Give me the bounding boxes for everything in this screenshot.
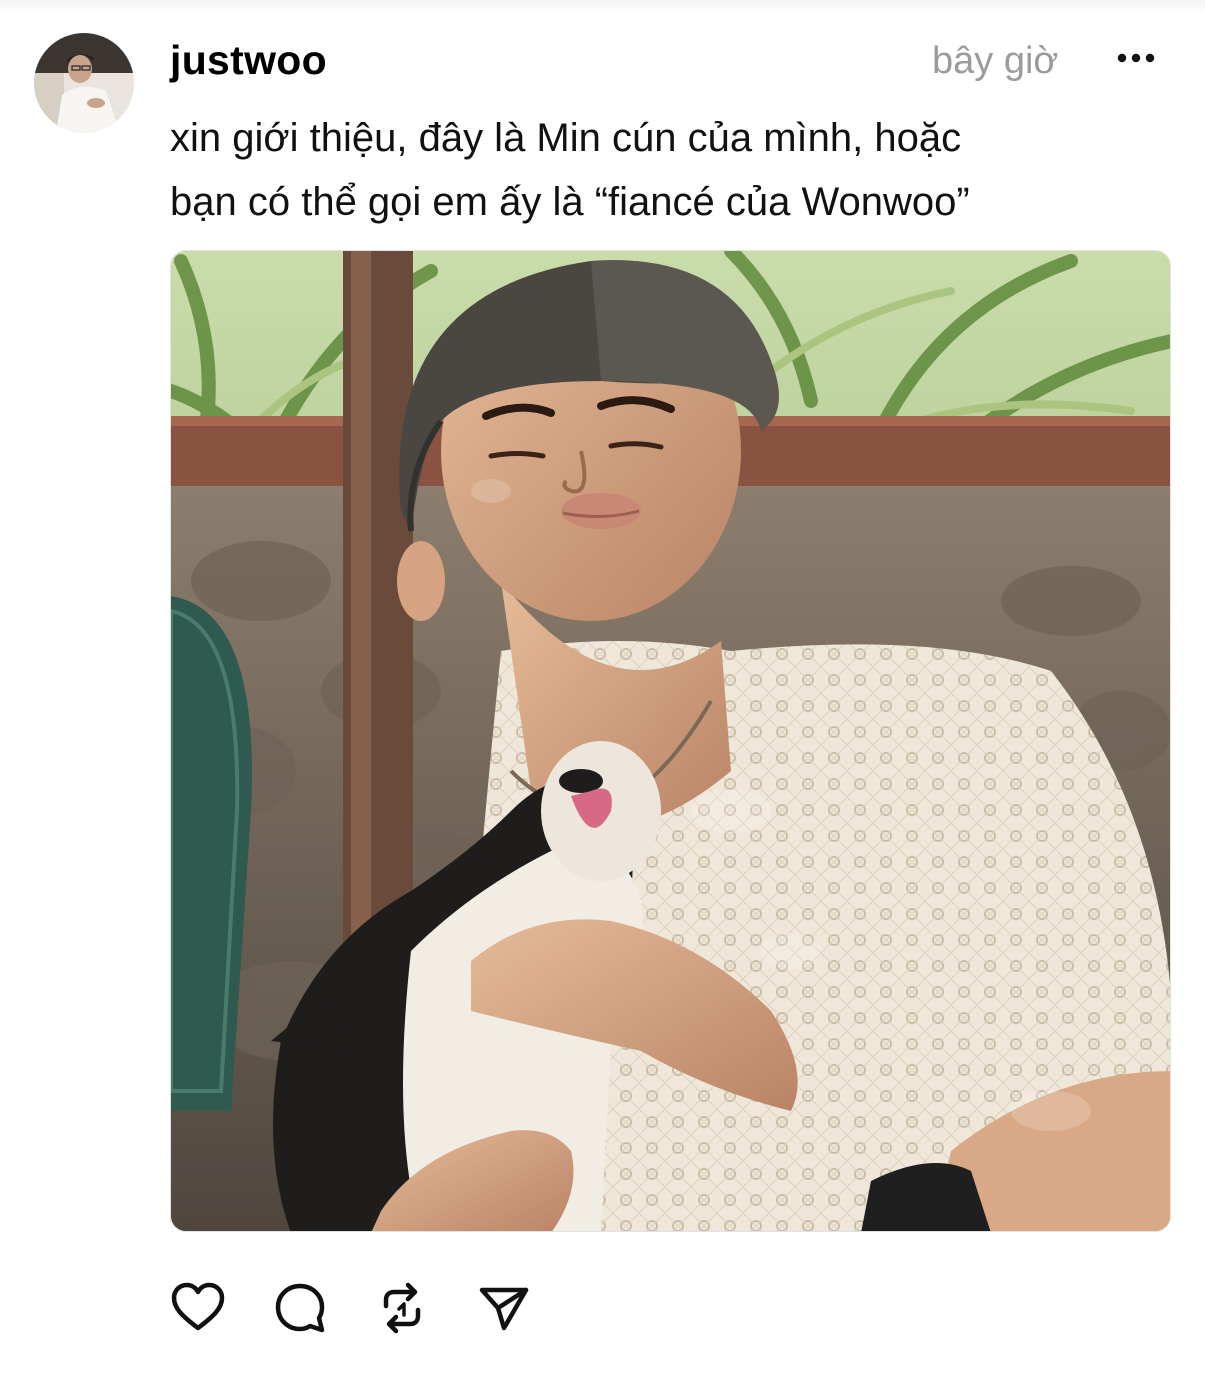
post-photo[interactable]: [170, 250, 1171, 1232]
avatar-image: [34, 33, 134, 133]
heart-icon[interactable]: [170, 1280, 230, 1336]
caption-line: bạn có thể gọi em ấy là “fiancé của Wonw…: [170, 180, 970, 224]
photo-illustration: [171, 251, 1170, 1231]
send-icon[interactable]: [476, 1280, 536, 1336]
username[interactable]: justwoo: [170, 36, 327, 84]
timestamp: bây giờ: [932, 40, 1059, 82]
repost-icon[interactable]: [374, 1280, 434, 1336]
more-horizontal-icon[interactable]: [1112, 38, 1160, 78]
caption-line: xin giới thiệu, đây là Min cún của mình,…: [170, 116, 962, 160]
avatar[interactable]: [34, 33, 134, 133]
thread-post: justwoo bây giờ xin giới thiệu, đây là M…: [0, 0, 1205, 1398]
post-caption: xin giới thiệu, đây là Min cún của mình,…: [170, 106, 1170, 234]
comment-bubble-icon[interactable]: [272, 1280, 332, 1336]
